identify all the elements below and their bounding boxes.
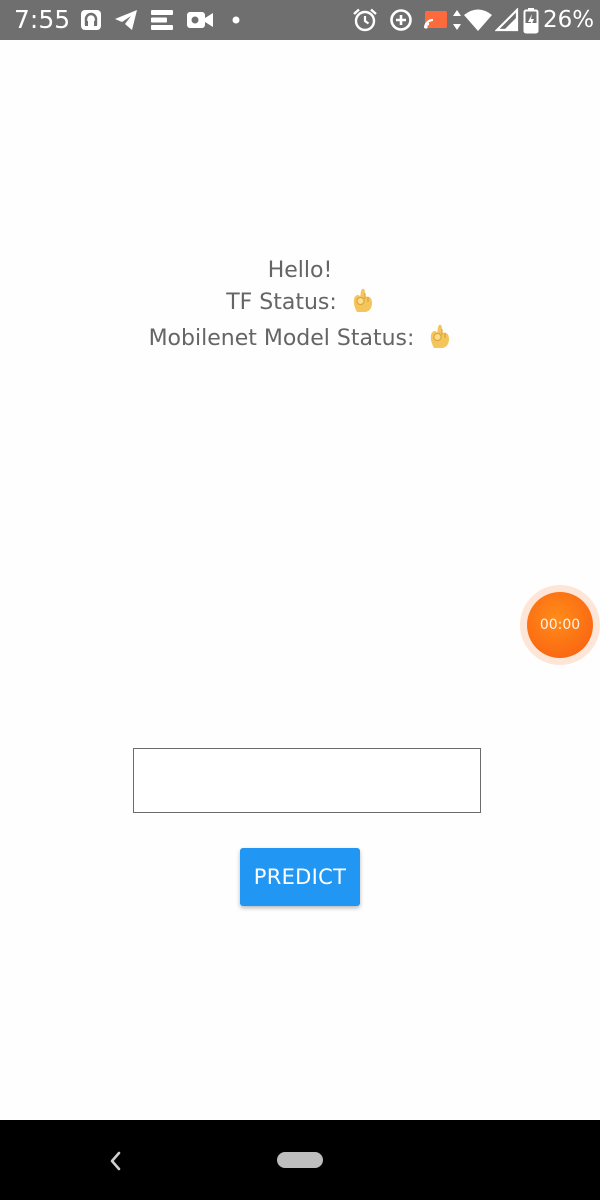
status-text-block: Hello! TF Status: Mobilenet Model Status… <box>0 255 600 359</box>
ok-hand-emoji-icon <box>429 323 451 359</box>
predict-button[interactable]: PREDICT <box>240 848 360 906</box>
navigation-bar <box>0 1120 600 1200</box>
video-camera-icon <box>186 8 214 32</box>
status-time: 7:55 <box>14 5 71 34</box>
wifi-icon <box>463 8 493 32</box>
battery-percentage: 26% <box>543 7 595 33</box>
home-pill-icon[interactable] <box>277 1152 323 1168</box>
alarm-icon <box>352 8 378 32</box>
back-chevron-icon[interactable] <box>106 1149 126 1173</box>
battery-charging-icon <box>523 8 539 34</box>
tf-status-label: TF Status: <box>226 290 337 315</box>
cast-icon <box>423 8 449 32</box>
data-arrows-icon <box>451 8 463 32</box>
timer-text: 00:00 <box>527 592 593 658</box>
ok-hand-emoji-icon <box>352 287 374 323</box>
cellular-signal-icon <box>495 8 519 32</box>
status-bar: 7:55 26% <box>0 0 600 40</box>
tf-status-line: TF Status: <box>0 287 600 323</box>
headset-app-icon <box>80 8 102 32</box>
recording-timer-bubble[interactable]: 00:00 <box>520 585 600 665</box>
model-status-label: Mobilenet Model Status: <box>148 326 415 351</box>
image-url-input[interactable] <box>133 748 481 813</box>
notification-dot-icon <box>231 8 241 32</box>
app-screen: 7:55 26% Hello! TF Status: Mobilenet Mod… <box>0 0 600 1200</box>
telegram-icon <box>114 8 138 32</box>
equalizer-app-icon <box>150 8 174 32</box>
data-saver-icon <box>389 8 413 32</box>
greeting-text: Hello! <box>267 258 333 283</box>
model-status-line: Mobilenet Model Status: <box>0 323 600 359</box>
